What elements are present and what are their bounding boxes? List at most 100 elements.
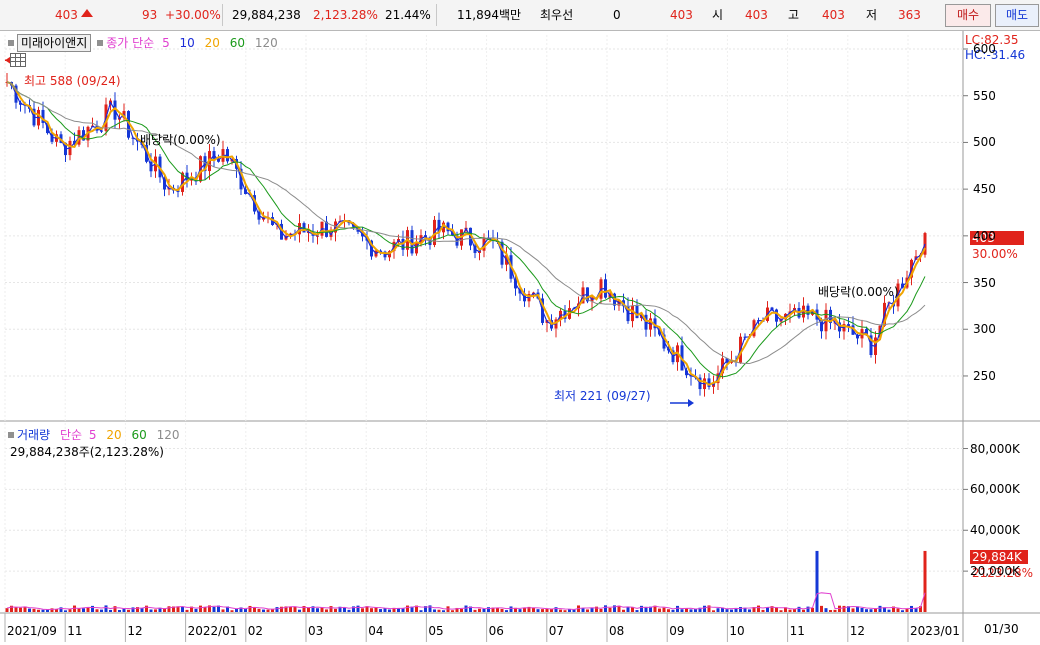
volume-bar — [658, 608, 661, 612]
grid-table-icon[interactable] — [10, 53, 26, 67]
volume-bar — [505, 610, 508, 612]
volume-bar — [41, 609, 45, 612]
buy-button[interactable]: 매수 — [945, 4, 991, 27]
volume-bar — [865, 609, 868, 612]
sell-button[interactable]: 매도 — [995, 4, 1039, 27]
volume-bar — [388, 609, 391, 612]
volume-bar — [91, 605, 94, 612]
volume-ratio: 2,123.28% — [313, 8, 378, 22]
volume-bar — [451, 610, 454, 612]
volume-bar — [824, 608, 828, 612]
volume-bar — [320, 607, 324, 612]
volume-bar — [604, 605, 607, 612]
volume-bar — [199, 605, 202, 612]
price-change: 93 — [142, 8, 158, 22]
volume-bar — [325, 609, 328, 612]
volume-bar — [95, 609, 99, 612]
volume-bar — [739, 607, 742, 612]
volume-bar — [554, 607, 558, 612]
legend-marker-icon — [97, 40, 104, 46]
volume-bar — [689, 609, 693, 612]
volume-legend: 거래량 단순 5 20 60 120 — [6, 427, 179, 443]
y-tick-label: 250 — [973, 368, 996, 383]
volume-bar — [725, 609, 729, 612]
volume-bar — [221, 609, 225, 612]
volume-bar — [473, 609, 477, 612]
volume-bar — [406, 605, 409, 612]
volume-bar — [100, 609, 103, 612]
chart-canvas[interactable] — [0, 31, 1040, 642]
volume-bar — [797, 606, 801, 612]
best-quote-label: 최우선 — [540, 8, 574, 22]
volume-bar — [347, 609, 351, 612]
volume-bar — [757, 605, 760, 612]
volume-bar — [343, 607, 346, 612]
volume-summary: 29,884,238주(2,123.28%) — [10, 445, 164, 459]
divider — [222, 4, 223, 26]
price-legend: 미래아이앤지 종가 단순 5 10 20 60 120 — [6, 34, 278, 52]
y-tick-label: 450 — [973, 182, 996, 197]
volume-bar — [131, 607, 135, 612]
volume-bar — [842, 605, 846, 612]
volume-bar — [500, 608, 504, 612]
current-volume-tag: 29,884K — [970, 550, 1028, 564]
best-quote-value: 0 — [613, 8, 621, 22]
volume-bar — [748, 609, 751, 612]
stock-chart: 미래아이앤지 종가 단순 5 10 20 60 120 거래량 단순 5 20 6… — [0, 31, 1040, 642]
volume-bar — [716, 608, 720, 612]
chart-background — [0, 31, 1040, 642]
x-tick-label: 10 — [729, 624, 745, 638]
volume-bar — [140, 608, 144, 612]
volume-bar — [293, 606, 297, 612]
volume-bar — [586, 609, 589, 612]
current-price: 403 — [55, 8, 78, 22]
volume-bar — [154, 609, 157, 612]
volume-bar — [298, 609, 301, 612]
volume-bar — [370, 608, 373, 612]
y-tick-label: 350 — [973, 275, 996, 290]
volume-bar — [82, 608, 85, 612]
volume-bar — [815, 550, 819, 612]
dividend-annotation-1: 배당락(0.00%) — [140, 133, 221, 147]
volume-bar — [730, 609, 733, 612]
volume-bar — [334, 608, 337, 612]
volume-bar — [104, 605, 108, 612]
best-quote-price: 403 — [670, 8, 693, 22]
y-tick-label: 400 — [973, 228, 996, 243]
volume-bar — [212, 606, 216, 612]
volume-bar — [77, 608, 81, 612]
company-name[interactable]: 미래아이앤지 — [17, 34, 92, 52]
volume-bar — [550, 609, 553, 612]
volume-bar — [559, 609, 562, 612]
open-value: 403 — [745, 8, 768, 22]
volume-bar — [379, 609, 382, 612]
volume-bar — [329, 606, 333, 612]
quote-bar: 403 93 +30.00% 29,884,238 2,123.28% 21.4… — [0, 0, 1040, 31]
up-arrow-icon — [80, 6, 93, 24]
legend-marker-icon — [8, 40, 14, 46]
x-tick-label: 02 — [247, 624, 264, 638]
volume-bar — [127, 609, 130, 612]
volume-bar — [820, 605, 823, 612]
volume-bar — [667, 609, 670, 612]
volume-bar — [802, 609, 805, 612]
y-tick-label: 550 — [973, 88, 996, 103]
volume-bar — [257, 608, 261, 612]
volume-bar — [266, 609, 270, 612]
volume-series-label: 단순 — [59, 428, 83, 442]
volume-tick-label: 80,000K — [970, 441, 1020, 456]
volume-bar — [599, 608, 603, 612]
volume-bar — [806, 606, 810, 612]
volume-bar — [703, 605, 706, 612]
legend-ma10: 10 — [179, 36, 195, 50]
volume-bar — [28, 608, 31, 612]
y-tick-label: 500 — [973, 135, 996, 150]
x-tick-label: 11 — [789, 624, 805, 638]
x-tick-label: 2023/01 — [910, 624, 960, 638]
volume-bar — [590, 607, 594, 612]
x-tick-label: 2021/09 — [7, 624, 57, 638]
volume-bar — [419, 610, 423, 612]
volume-bar — [640, 605, 643, 612]
volume-bar — [109, 609, 112, 612]
x-tick-label: 05 — [428, 624, 444, 638]
